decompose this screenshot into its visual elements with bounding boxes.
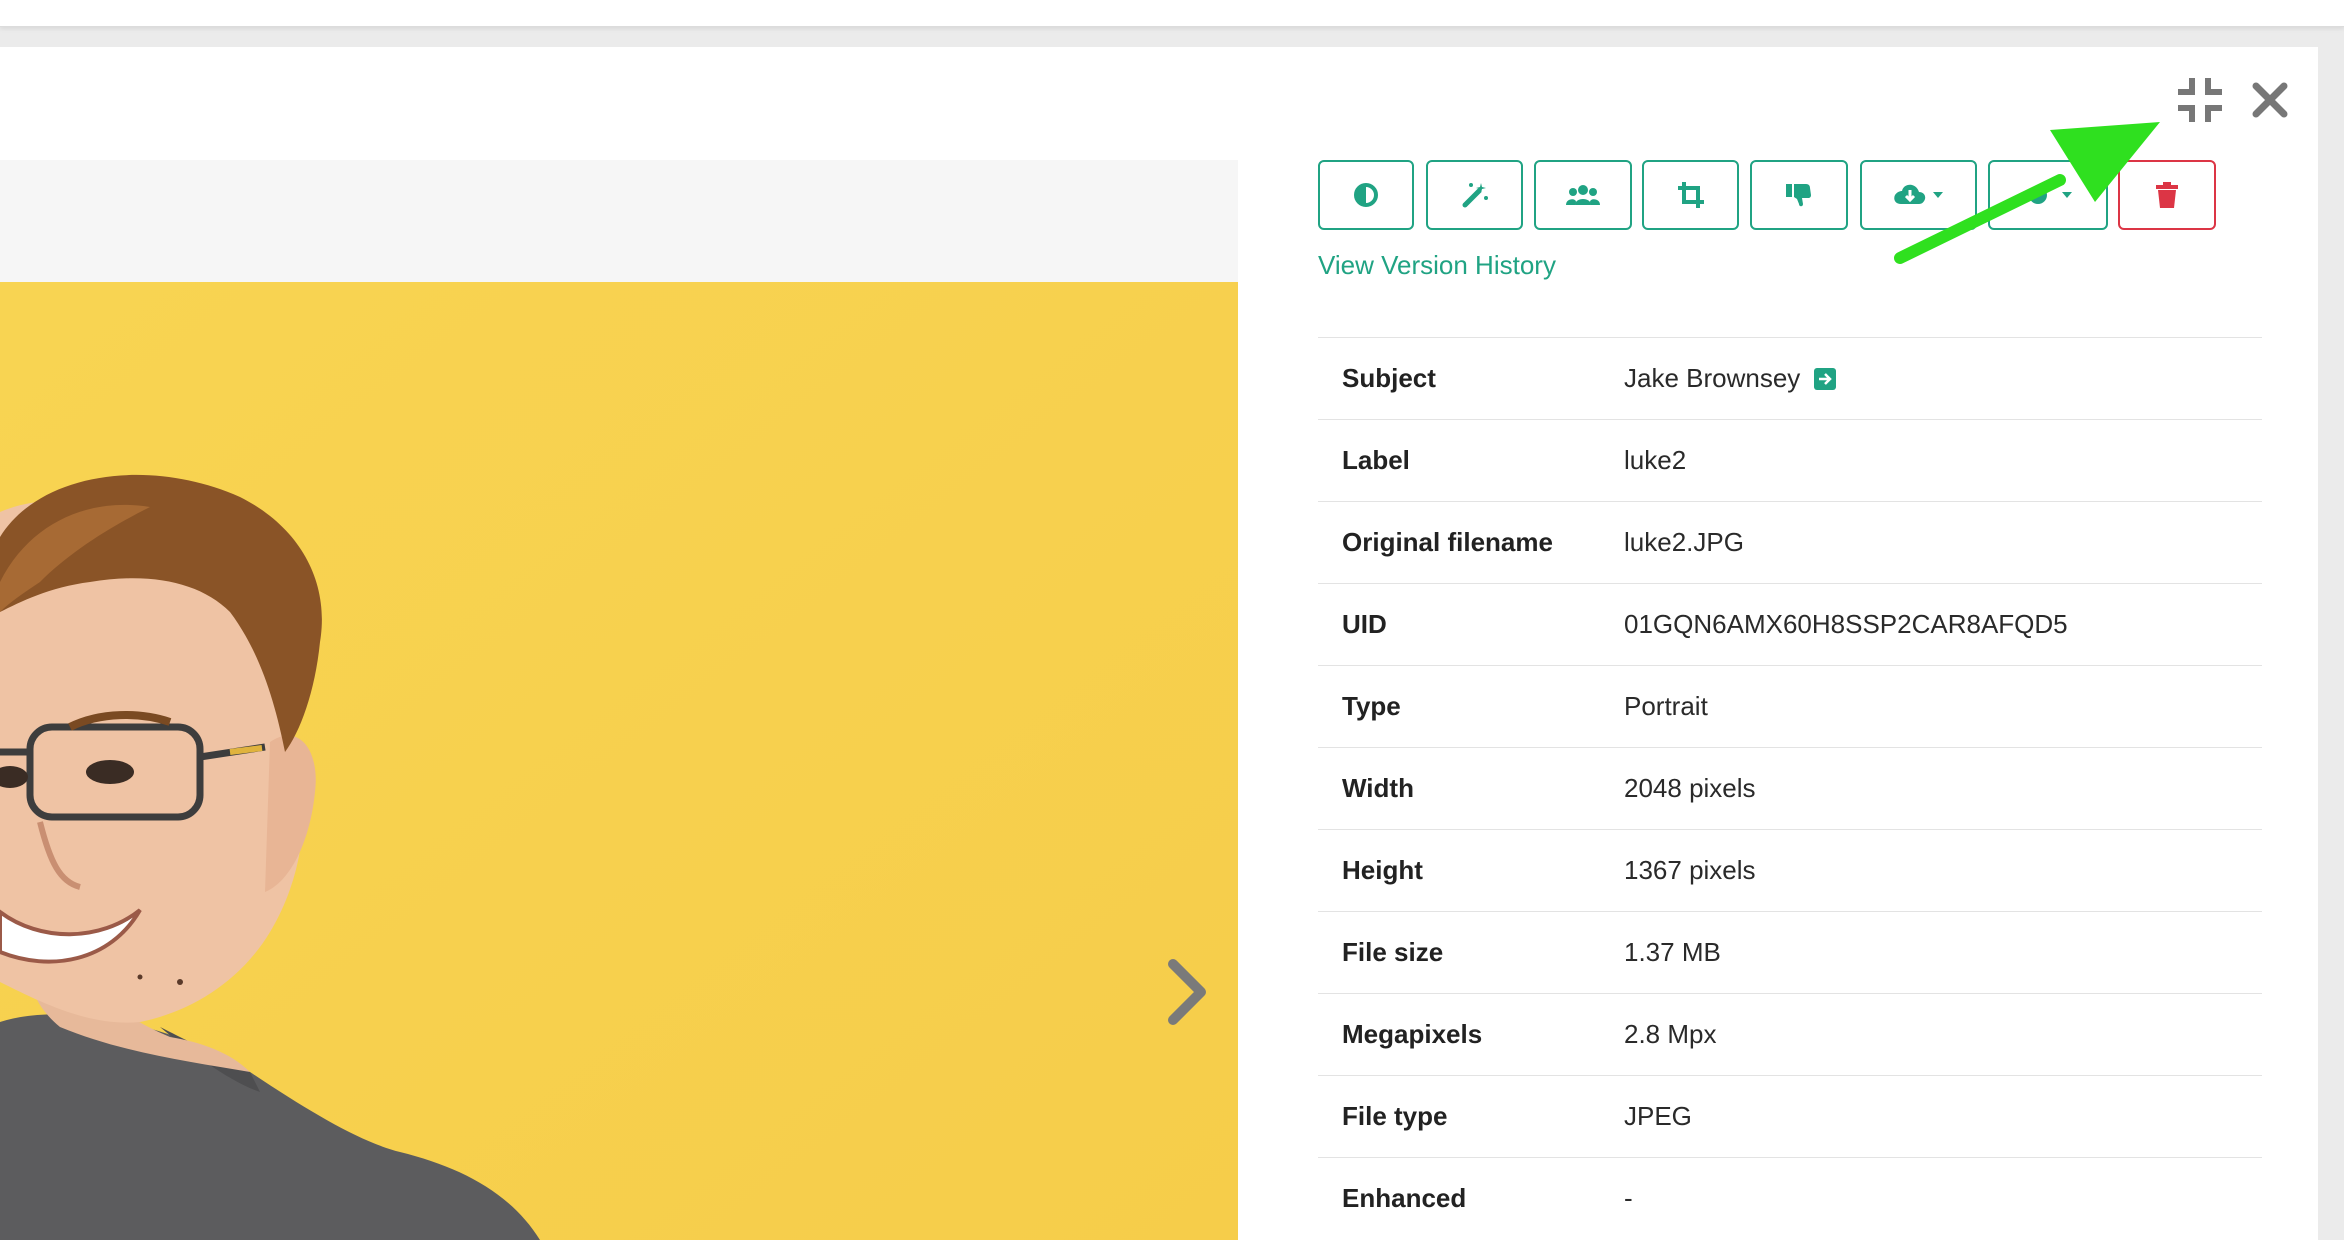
more-actions-button[interactable] (1988, 160, 2108, 230)
detail-key: Enhanced (1342, 1183, 1467, 1213)
detail-key: File size (1342, 937, 1444, 967)
detail-key: File type (1342, 1101, 1448, 1131)
detail-key: Original filename (1342, 527, 1553, 557)
trash-icon (2156, 182, 2178, 208)
cloud-download-icon (1893, 182, 1945, 208)
detail-value: Jake Brownsey (1624, 363, 1837, 394)
detail-value: 2048 pixels (1624, 773, 1756, 803)
detail-key: Type (1342, 691, 1401, 721)
download-button[interactable] (1860, 160, 1977, 230)
detail-key: Label (1342, 445, 1410, 475)
table-row: File type JPEG (1318, 1075, 2262, 1157)
crop-button[interactable] (1642, 160, 1739, 230)
people-icon (1566, 183, 1600, 207)
page-background (2318, 47, 2344, 1240)
table-row: Height 1367 pixels (1318, 829, 2262, 911)
portrait-photo (0, 282, 1238, 1240)
table-row: UID 01GQN6AMX60H8SSP2CAR8AFQD5 (1318, 583, 2262, 665)
magic-wand-icon (1461, 181, 1489, 209)
detail-key: UID (1342, 609, 1387, 639)
external-link-icon[interactable] (1814, 367, 1837, 390)
compress-icon[interactable] (2177, 77, 2223, 123)
table-row: Megapixels 2.8 Mpx (1318, 993, 2262, 1075)
top-bar (0, 0, 2344, 27)
detail-key: Megapixels (1342, 1019, 1483, 1049)
detail-value: 1367 pixels (1624, 855, 1756, 885)
table-row: Width 2048 pixels (1318, 747, 2262, 829)
table-row: Type Portrait (1318, 665, 2262, 747)
contrast-button[interactable] (1318, 160, 1414, 230)
next-image-chevron-icon[interactable] (1163, 958, 1211, 1026)
faces-button[interactable] (1534, 160, 1632, 230)
detail-value: 1.37 MB (1624, 937, 1721, 967)
detail-value: 2.8 Mpx (1624, 1019, 1717, 1049)
table-row: Enhanced - (1318, 1157, 2262, 1239)
view-version-history-link[interactable]: View Version History (1318, 250, 1556, 281)
detail-key: Subject (1342, 363, 1436, 393)
image-header-area (0, 160, 1238, 282)
subject-name[interactable]: Jake Brownsey (1624, 363, 1800, 394)
image-details-table: Subject Jake Brownsey Label luke2 Origin… (1318, 337, 2262, 1239)
detail-value: 01GQN6AMX60H8SSP2CAR8AFQD5 (1624, 609, 2068, 639)
detail-value: luke2.JPG (1624, 527, 1744, 557)
detail-value: luke2 (1624, 445, 1687, 475)
reject-button[interactable] (1750, 160, 1848, 230)
close-icon[interactable] (2252, 82, 2288, 118)
crop-icon (1677, 182, 1704, 208)
table-row: Label luke2 (1318, 419, 2262, 501)
table-row: Subject Jake Brownsey (1318, 337, 2262, 419)
thumbs-down-icon (1786, 182, 1812, 208)
detail-key: Width (1342, 773, 1414, 803)
more-icon (2022, 182, 2074, 208)
table-row: Original filename luke2.JPG (1318, 501, 2262, 583)
delete-button[interactable] (2118, 160, 2216, 230)
enhance-button[interactable] (1426, 160, 1523, 230)
detail-value: - (1624, 1183, 1633, 1213)
contrast-icon (1353, 182, 1379, 208)
detail-value: JPEG (1624, 1101, 1692, 1131)
table-row: File size 1.37 MB (1318, 911, 2262, 993)
detail-key: Height (1342, 855, 1423, 885)
detail-value: Portrait (1624, 691, 1708, 721)
